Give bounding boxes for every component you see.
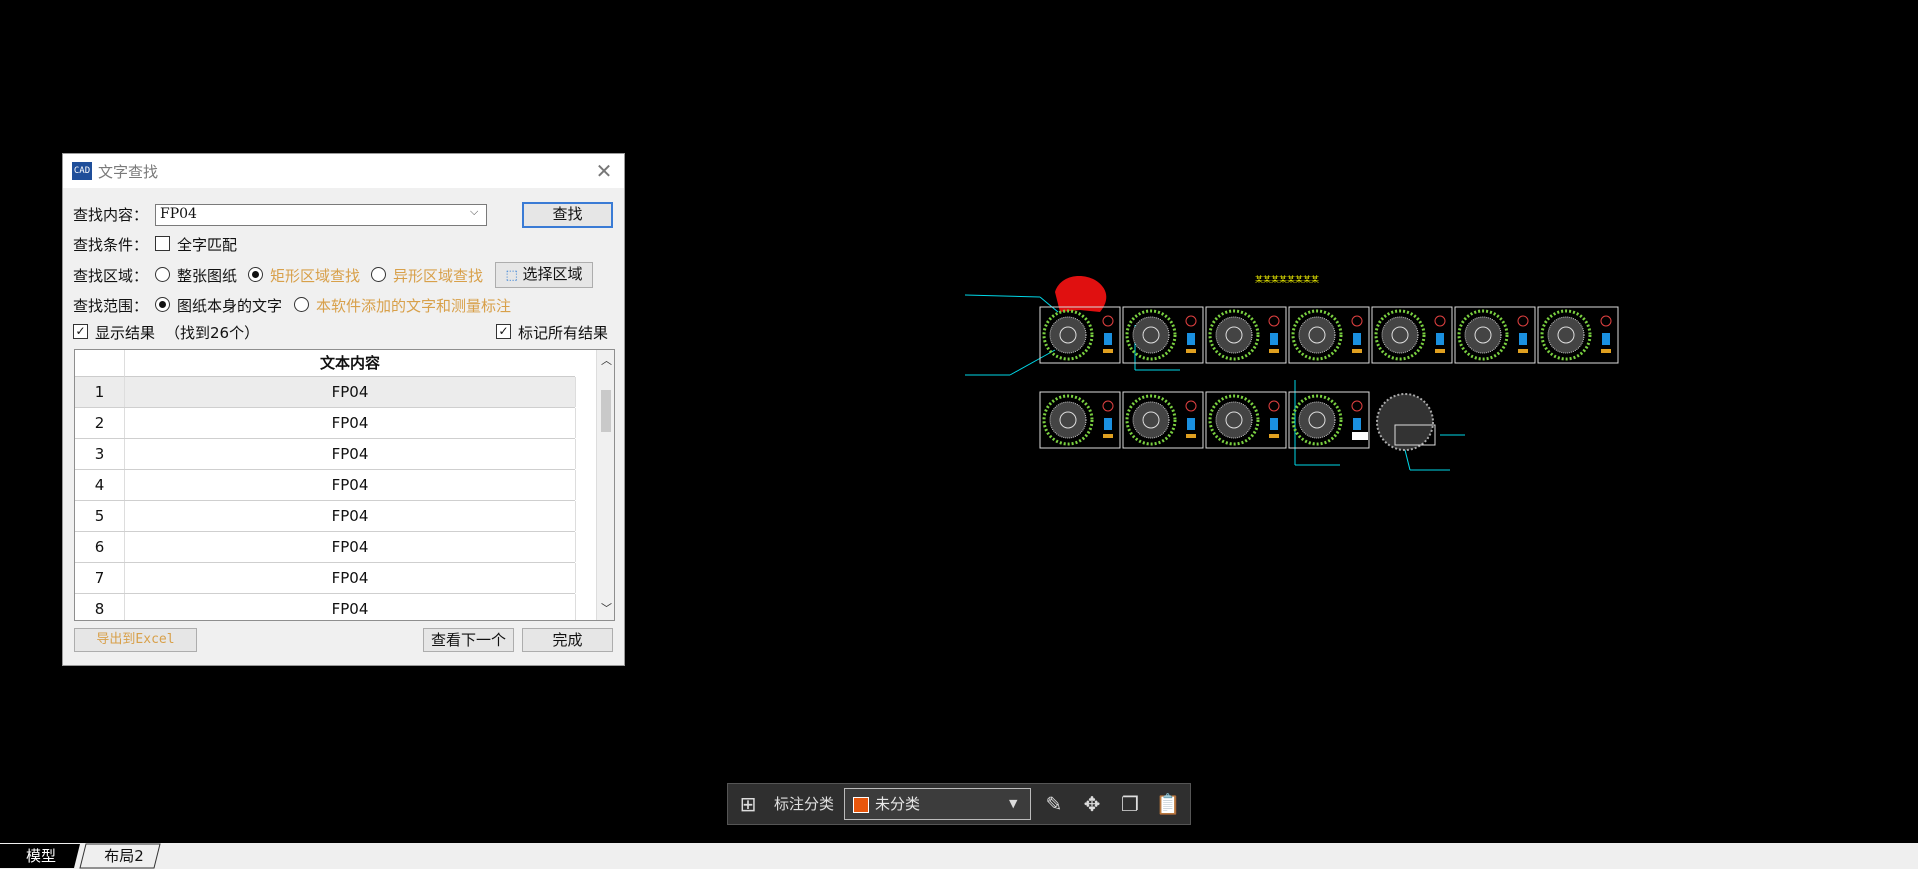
- row-text: FP04: [125, 594, 576, 620]
- annotation-category-select[interactable]: 未分类 ▼: [844, 788, 1031, 820]
- area-option-irregular-radio[interactable]: [371, 267, 386, 282]
- drawing-sheet: [1039, 306, 1121, 364]
- dialog-title: 文字查找: [98, 163, 159, 181]
- cad-drawing-canvas[interactable]: 某某某某某某某某: [960, 270, 1630, 480]
- row-number: 8: [75, 594, 125, 620]
- drawing-sheet: [1205, 391, 1287, 449]
- row-text: FP04: [125, 377, 576, 407]
- find-content-label: 查找内容：: [73, 206, 149, 224]
- sheet-title: 某某某某某某某某: [1255, 275, 1319, 284]
- chevron-up-icon[interactable]: ︿: [601, 352, 612, 368]
- tab-model[interactable]: 模型: [14, 843, 68, 869]
- table-row[interactable]: 1 FP04: [75, 377, 576, 408]
- annotation-toolbar: ⊞ 标注分类 未分类 ▼ ✎ ✥ ❐ 📋: [727, 783, 1191, 825]
- chevron-down-icon[interactable]: ⌵: [470, 205, 478, 219]
- row-number: 3: [75, 439, 125, 469]
- result-count: （找到26个）: [165, 324, 260, 342]
- drawing-sheet-partial: [1352, 393, 1436, 451]
- table-header-index: [75, 350, 125, 377]
- drawing-sheet: [1205, 306, 1287, 364]
- drawing-sheet: [1122, 306, 1204, 364]
- table-scrollbar[interactable]: ︿ ﹀: [596, 350, 614, 620]
- category-value: 未分类: [875, 795, 921, 813]
- row-text: FP04: [125, 532, 576, 562]
- find-content-combobox[interactable]: FP04 ⌵: [155, 204, 487, 226]
- area-option-rect-radio[interactable]: [248, 267, 263, 282]
- area-option-whole-label: 整张图纸: [177, 267, 238, 285]
- app-logo-icon: CAD: [72, 162, 92, 180]
- paste-icon[interactable]: 📋: [1154, 790, 1182, 818]
- view-next-button[interactable]: 查看下一个: [423, 628, 514, 652]
- table-row[interactable]: 3 FP04: [75, 439, 576, 470]
- dialog-titlebar[interactable]: CAD 文字查找 ✕: [63, 154, 624, 188]
- table-row[interactable]: 2 FP04: [75, 408, 576, 439]
- chevron-down-icon[interactable]: ▼: [1009, 789, 1017, 819]
- area-option-whole-radio[interactable]: [155, 267, 170, 282]
- row-number: 7: [75, 563, 125, 593]
- row-number: 6: [75, 532, 125, 562]
- annotation-category-label: 标注分类: [774, 795, 835, 813]
- category-color-swatch: [853, 797, 869, 813]
- scope-option-added-radio[interactable]: [294, 297, 309, 312]
- row-number: 2: [75, 408, 125, 438]
- row-text: FP04: [125, 470, 576, 500]
- mark-all-label: 标记所有结果: [518, 324, 609, 342]
- find-button[interactable]: 查找: [522, 202, 613, 228]
- whole-word-label: 全字匹配: [177, 236, 238, 254]
- mark-all-checkbox[interactable]: ✓: [496, 324, 511, 339]
- text-search-dialog: CAD 文字查找 ✕ 查找内容： FP04 ⌵ 查找 查找条件： 全字匹配 查找…: [62, 153, 625, 666]
- export-excel-button[interactable]: 导出到Excel: [74, 628, 197, 652]
- scope-option-drawing-label: 图纸本身的文字: [177, 297, 283, 315]
- move-icon[interactable]: ✥: [1078, 790, 1106, 818]
- table-row[interactable]: 8 FP04: [75, 594, 576, 620]
- close-icon[interactable]: ✕: [591, 158, 617, 184]
- table-row[interactable]: 4 FP04: [75, 470, 576, 501]
- select-area-label: 选择区域: [522, 265, 583, 283]
- row-number: 5: [75, 501, 125, 531]
- area-option-irregular-label: 异形区域查找: [393, 267, 484, 285]
- drawing-sheets: [1039, 306, 1619, 451]
- show-results-label: 显示结果: [95, 324, 156, 342]
- find-content-value[interactable]: FP04: [160, 206, 197, 222]
- tab-layout2[interactable]: 布局2: [94, 843, 154, 869]
- layout-tab-bar: 模型 布局2: [0, 843, 1918, 869]
- table-row[interactable]: 7 FP04: [75, 563, 576, 594]
- condition-label: 查找条件：: [73, 236, 149, 254]
- done-button[interactable]: 完成: [522, 628, 613, 652]
- drawing-sheet: [1537, 306, 1619, 364]
- select-area-button[interactable]: ⬚ 选择区域: [495, 262, 593, 288]
- row-number: 4: [75, 470, 125, 500]
- drawing-sheet: [1288, 306, 1370, 364]
- grid-menu-icon[interactable]: ⊞: [734, 790, 762, 818]
- drawing-sheet: [1122, 391, 1204, 449]
- drawing-sheet: [1371, 306, 1453, 364]
- drawing-sheet: [1039, 391, 1121, 449]
- select-area-icon: ⬚: [505, 268, 518, 283]
- scope-option-added-label: 本软件添加的文字和测量标注: [316, 297, 512, 315]
- table-row[interactable]: 5 FP04: [75, 501, 576, 532]
- scope-label: 查找范围：: [73, 297, 149, 315]
- row-number: 1: [75, 377, 125, 407]
- chevron-down-icon[interactable]: ﹀: [601, 600, 612, 616]
- area-label: 查找区域：: [73, 267, 149, 285]
- table-header-text: 文本内容: [125, 350, 575, 377]
- scope-option-drawing-radio[interactable]: [155, 297, 170, 312]
- copy-icon[interactable]: ❐: [1116, 790, 1144, 818]
- results-table: 文本内容 1 FP04 2 FP04 3 FP04 4 FP04 5 FP04 …: [74, 349, 615, 621]
- area-option-rect-label: 矩形区域查找: [270, 267, 361, 285]
- table-row[interactable]: 6 FP04: [75, 532, 576, 563]
- whole-word-checkbox[interactable]: [155, 236, 170, 251]
- scroll-thumb[interactable]: [601, 390, 611, 432]
- row-text: FP04: [125, 439, 576, 469]
- row-text: FP04: [125, 408, 576, 438]
- drawing-sheet: [1454, 306, 1536, 364]
- edit-icon[interactable]: ✎: [1040, 790, 1068, 818]
- show-results-checkbox[interactable]: ✓: [73, 324, 88, 339]
- row-text: FP04: [125, 501, 576, 531]
- row-text: FP04: [125, 563, 576, 593]
